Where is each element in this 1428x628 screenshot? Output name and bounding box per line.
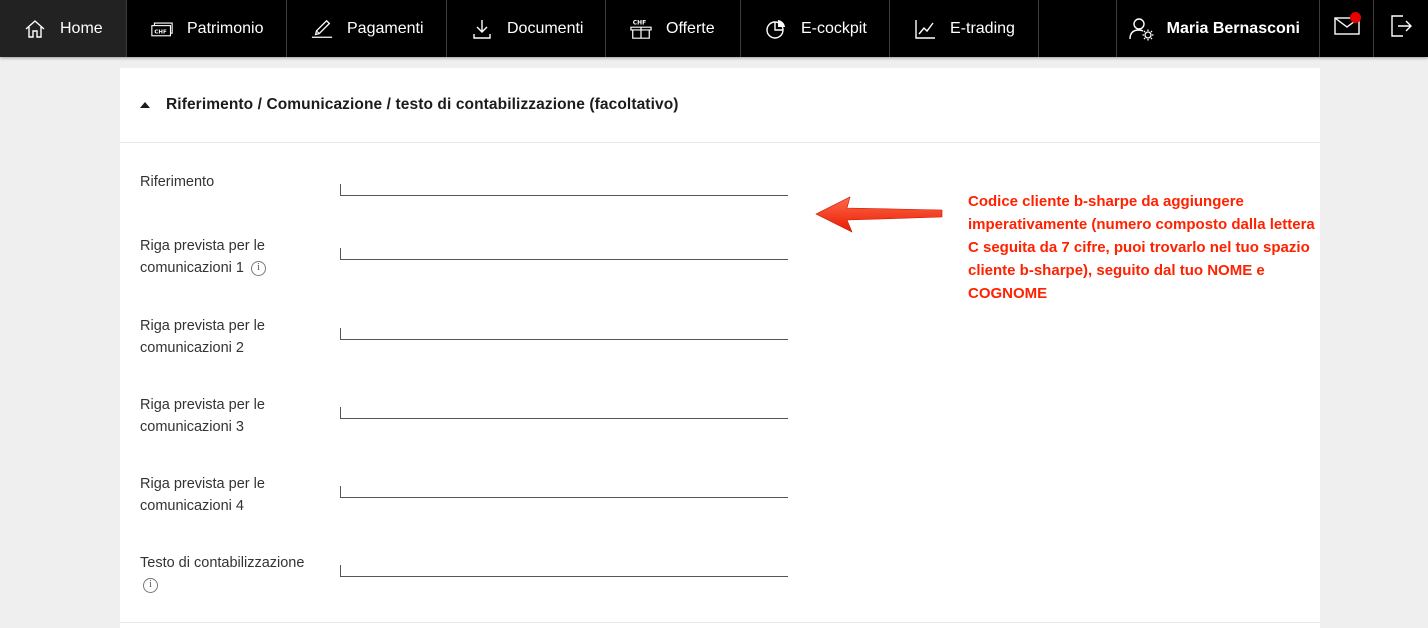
info-icon[interactable]: i: [143, 577, 158, 593]
nav-e-cockpit[interactable]: E-cockpit: [741, 0, 890, 57]
comunicazioni-2-input[interactable]: [340, 328, 788, 340]
messages-button[interactable]: [1320, 0, 1374, 57]
svg-text:CHF: CHF: [154, 29, 167, 35]
field-label-comunicazioni-4: Riga prevista per le comunicazioni 4: [140, 476, 265, 514]
nav-patrimonio[interactable]: CHF Patrimonio: [127, 0, 287, 57]
notification-badge: [1350, 12, 1361, 23]
comunicazioni-3-input[interactable]: [340, 407, 788, 419]
field-label-testo-contabilizzazione: Testo di contabilizzazione i: [140, 552, 320, 596]
home-icon: [24, 18, 46, 40]
download-icon: [471, 18, 493, 40]
nav-documenti[interactable]: Documenti: [447, 0, 606, 57]
testo-contabilizzazione-input[interactable]: [340, 565, 788, 577]
annotation-arrow-icon: [815, 196, 943, 233]
riferimento-input[interactable]: [340, 184, 788, 196]
svg-text:CHF: CHF: [633, 19, 646, 26]
nav-home[interactable]: Home: [0, 0, 127, 57]
section-toggle[interactable]: Riferimento / Comunicazione / testo di c…: [120, 68, 1320, 143]
field-label-comunicazioni-1: Riga prevista per le comunicazioni 1 i: [140, 238, 267, 276]
field-label-comunicazioni-2: Riga prevista per le comunicazioni 2: [140, 318, 265, 356]
nav-documenti-label: Documenti: [507, 19, 584, 37]
reference-section-panel: Riferimento / Comunicazione / testo di c…: [120, 68, 1320, 628]
annotation-note: Codice cliente b-sharpe da aggiungere im…: [968, 193, 1315, 302]
field-label-comunicazioni-3: Riga prevista per le comunicazioni 3: [140, 397, 265, 435]
nav-pagamenti-label: Pagamenti: [347, 19, 424, 37]
chf-box-icon: CHF: [630, 18, 652, 40]
user-menu[interactable]: Maria Bernasconi: [1115, 0, 1320, 57]
line-chart-icon: [914, 18, 936, 40]
logout-button[interactable]: [1374, 0, 1428, 57]
pen-icon: [311, 18, 333, 40]
field-label-riferimento: Riferimento: [140, 174, 215, 190]
caret-up-icon: [140, 102, 150, 108]
user-settings-icon: [1128, 16, 1155, 42]
comunicazioni-1-input[interactable]: [340, 248, 788, 260]
nav-e-trading-label: E-trading: [950, 19, 1015, 37]
info-icon[interactable]: i: [251, 260, 267, 276]
nav-home-label: Home: [60, 19, 103, 37]
comunicazioni-4-input[interactable]: [340, 486, 788, 498]
section-title: Riferimento / Comunicazione / testo di c…: [166, 96, 679, 113]
top-navigation: Home CHF Patrimonio Pagamenti Documenti …: [0, 0, 1428, 57]
nav-patrimonio-label: Patrimonio: [187, 19, 264, 37]
nav-e-cockpit-label: E-cockpit: [801, 19, 867, 37]
nav-pagamenti[interactable]: Pagamenti: [287, 0, 447, 57]
user-name: Maria Bernasconi: [1166, 19, 1300, 37]
nav-offerte-label: Offerte: [666, 19, 715, 37]
section-divider: [120, 622, 1320, 623]
chf-wallet-icon: CHF: [151, 18, 173, 40]
logout-icon: [1389, 14, 1413, 43]
pie-chart-icon: [765, 18, 787, 40]
nav-e-trading[interactable]: E-trading: [890, 0, 1039, 57]
nav-offerte[interactable]: CHF Offerte: [606, 0, 741, 57]
